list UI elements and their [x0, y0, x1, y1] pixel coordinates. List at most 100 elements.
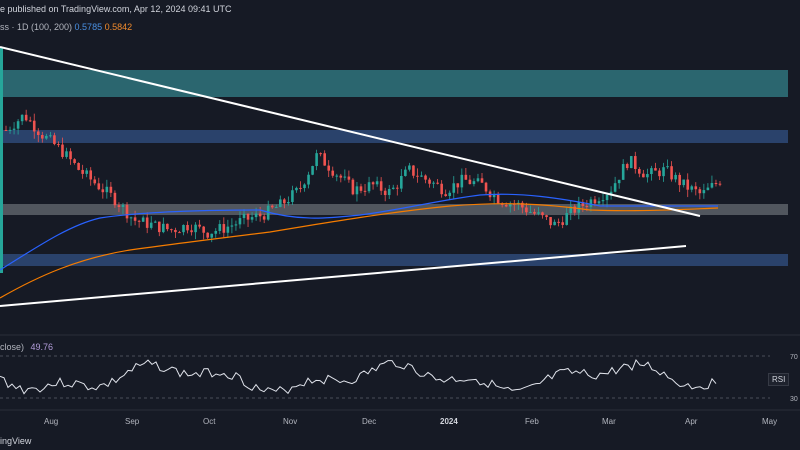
- candle-body: [375, 181, 379, 185]
- candle-body: [710, 183, 714, 188]
- candle-body: [613, 183, 617, 192]
- x-label-oct: Oct: [203, 417, 216, 426]
- candle-body: [101, 189, 105, 193]
- candle-body: [186, 224, 189, 231]
- candle-body: [20, 114, 24, 122]
- candle-body: [105, 186, 109, 193]
- candle-body: [129, 217, 133, 219]
- x-label-may: May: [762, 417, 777, 426]
- candle-body: [391, 187, 395, 189]
- candle-body: [8, 129, 12, 131]
- candle-body: [113, 192, 117, 206]
- candle-body: [295, 187, 298, 191]
- candle-body: [682, 179, 685, 186]
- candle-body: [367, 182, 371, 192]
- candle-body: [327, 165, 331, 171]
- candle-body: [16, 121, 20, 129]
- candle-body: [577, 202, 581, 213]
- ma200-line: [0, 203, 719, 299]
- candle-body: [633, 156, 637, 170]
- candle-body: [718, 183, 722, 185]
- candle-body: [157, 221, 161, 233]
- candle-body: [319, 153, 322, 155]
- candle-body: [436, 182, 439, 184]
- candle-body: [480, 178, 484, 183]
- candle-body: [589, 199, 593, 207]
- candle-body: [371, 182, 375, 185]
- candle-body: [444, 194, 447, 197]
- candle-body: [93, 179, 97, 184]
- candle-body: [190, 230, 193, 233]
- candle-body: [182, 224, 185, 233]
- candle-body: [654, 168, 657, 171]
- candle-body: [428, 179, 431, 184]
- x-label-nov: Nov: [283, 417, 297, 426]
- candle-body: [291, 190, 294, 202]
- candle-body: [303, 184, 306, 189]
- rsi-legend-label: close): [0, 342, 25, 352]
- candle-body: [4, 130, 8, 131]
- candle-body: [234, 224, 238, 226]
- candle-body: [400, 175, 403, 189]
- candle-body: [279, 199, 282, 208]
- candle-body: [41, 134, 44, 139]
- rsi-label-30: 30: [790, 396, 798, 403]
- candle-body: [658, 170, 661, 177]
- resistance-zone-top: [0, 70, 788, 97]
- support-zone-low: [0, 254, 788, 266]
- candle-body: [299, 187, 302, 189]
- candle-body: [601, 200, 605, 202]
- price-chart[interactable]: 70 30 Aug Sep Oct Nov Dec 2024 Feb Mar A…: [0, 0, 800, 450]
- rsi-legend: close) 49.76: [0, 342, 53, 352]
- candle-body: [218, 224, 222, 231]
- candle-body: [698, 189, 702, 194]
- candle-body: [629, 156, 633, 169]
- candle-body: [359, 186, 363, 191]
- candle-body: [351, 179, 355, 195]
- candle-body: [174, 229, 177, 233]
- x-label-mar: Mar: [602, 417, 616, 426]
- candle-body: [210, 233, 214, 238]
- candle-body: [242, 213, 246, 219]
- candle-body: [642, 173, 645, 178]
- candle-body: [250, 217, 254, 220]
- candle-body: [287, 201, 290, 204]
- candle-body: [529, 211, 532, 213]
- x-label-2024: 2024: [440, 417, 458, 426]
- candle-body: [24, 114, 28, 121]
- candle-body: [149, 222, 153, 228]
- x-label-feb: Feb: [525, 417, 539, 426]
- candle-body: [141, 217, 145, 222]
- candle-body: [109, 186, 113, 193]
- candle-body: [194, 224, 197, 233]
- candle-body: [36, 131, 40, 135]
- candle-body: [496, 194, 500, 204]
- candle-body: [460, 174, 464, 188]
- candle-body: [222, 224, 226, 233]
- candle-body: [230, 225, 234, 227]
- candle-body: [452, 183, 456, 193]
- candle-body: [238, 218, 242, 225]
- candle-body: [440, 183, 443, 195]
- candle-body: [363, 190, 367, 192]
- candle-body: [133, 217, 137, 221]
- candle-body: [57, 144, 60, 146]
- candle-body: [162, 223, 165, 233]
- candle-body: [408, 165, 411, 170]
- candle-body: [476, 178, 480, 182]
- candle-body: [270, 205, 274, 208]
- candle-body: [472, 181, 476, 185]
- candle-body: [557, 221, 560, 223]
- candle-body: [28, 120, 32, 122]
- candle-body: [214, 230, 218, 234]
- candle-body: [206, 232, 209, 238]
- candle-body: [416, 175, 419, 177]
- candle-body: [198, 224, 201, 227]
- candle-body: [178, 232, 181, 234]
- candle-body: [690, 186, 694, 190]
- candle-body: [254, 213, 258, 218]
- candle-body: [343, 176, 347, 178]
- candle-body: [53, 135, 56, 145]
- candle-body: [694, 186, 698, 190]
- candle-body: [85, 170, 88, 174]
